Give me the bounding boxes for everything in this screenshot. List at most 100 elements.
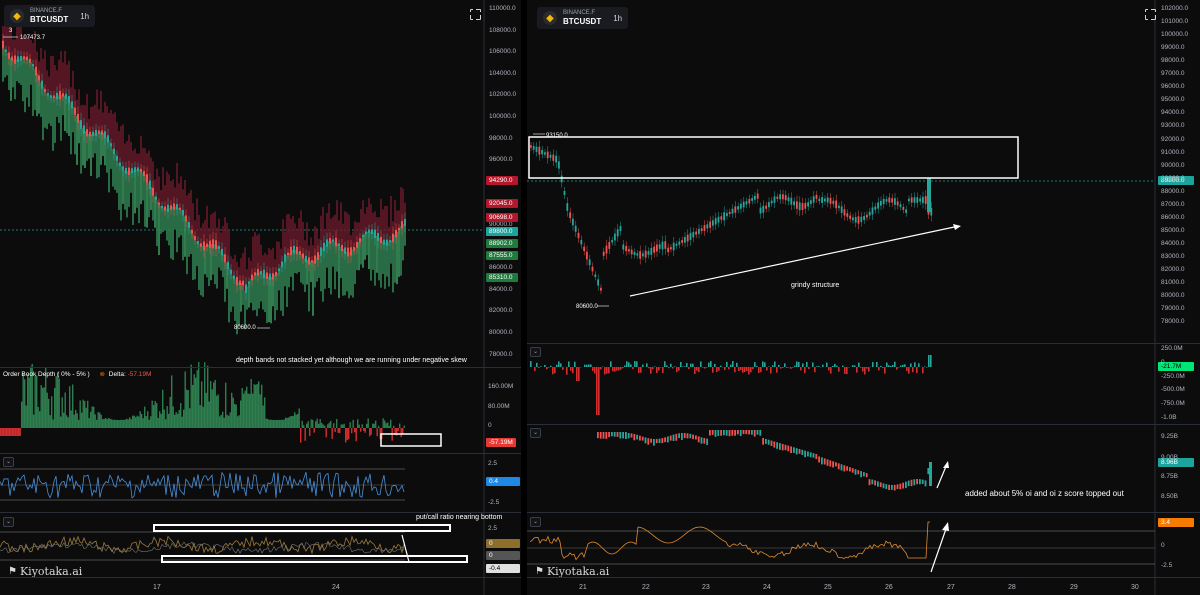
delta-icon: ⊗	[99, 371, 105, 378]
depth-band-red	[282, 219, 284, 263]
candle-body	[380, 236, 382, 244]
ob-bar	[141, 413, 143, 428]
right-y-label: 98000.0	[1161, 57, 1185, 65]
putcall-tag-1: 0	[486, 539, 520, 548]
candle-body	[236, 277, 238, 286]
delta-bar	[598, 367, 600, 415]
delta-bar	[590, 364, 592, 367]
depth-band-red	[180, 176, 182, 210]
candle-body	[293, 245, 295, 254]
depth-band-green	[166, 208, 168, 241]
ob-bar	[40, 385, 42, 428]
ob-bar	[186, 389, 188, 428]
oi-candle	[625, 432, 627, 439]
candle-body	[284, 254, 286, 263]
delta-bar	[626, 361, 628, 367]
candle-body	[8, 52, 10, 59]
ob-bar	[88, 418, 90, 428]
low-label: 80600.0	[234, 325, 256, 331]
candle-body	[737, 206, 739, 210]
depth-band-red	[118, 131, 120, 163]
oi-candle	[616, 432, 619, 437]
depth-band-green	[252, 276, 254, 311]
collapse-pane-button[interactable]: ⌄	[530, 347, 541, 357]
candle-body	[110, 143, 112, 147]
collapse-pane-button[interactable]: ⌄	[530, 428, 541, 438]
ob-bar	[226, 414, 228, 428]
depth-band-green	[160, 206, 162, 234]
maximize-icon[interactable]	[469, 8, 481, 20]
ob-bar	[193, 374, 195, 428]
depth-band-green	[214, 244, 216, 285]
depth-band-red	[100, 90, 102, 133]
delta-axis-label: -1.0B	[1161, 414, 1177, 421]
candle-body	[566, 203, 569, 211]
collapse-pane-button[interactable]: ⌄	[3, 517, 14, 527]
left-price-tag: 85310.0	[486, 273, 518, 282]
depth-band-green	[186, 220, 188, 275]
oi-candle	[874, 480, 876, 486]
oi-candle	[854, 469, 857, 475]
depth-band-green	[72, 106, 74, 133]
candle-body	[768, 202, 770, 208]
delta-bar	[732, 360, 734, 367]
candle-body	[675, 243, 678, 246]
collapse-pane-button[interactable]: ⌄	[530, 517, 541, 527]
right-symbol-badge[interactable]: ◆ BINANCE.F BTCUSDT 1h	[537, 7, 629, 29]
candle-body	[636, 253, 639, 256]
delta-bar	[670, 363, 672, 367]
depth-band-green	[172, 206, 174, 260]
ob-bar	[91, 406, 93, 428]
ob-bar	[370, 428, 372, 435]
depth-band-green	[322, 248, 324, 302]
ob-bar	[238, 415, 240, 428]
candle-body	[92, 131, 94, 136]
candle-body	[401, 221, 403, 229]
candle-body	[35, 66, 37, 76]
delta-bar	[588, 364, 590, 367]
right-y-label: 101000.0	[1161, 18, 1189, 26]
pane-separator[interactable]	[0, 512, 521, 513]
candle-body	[347, 247, 349, 257]
depth-band-red	[162, 167, 164, 208]
delta-bar	[692, 363, 694, 367]
delta-bar	[656, 367, 658, 374]
depth-band-green	[394, 235, 396, 283]
ob-bar	[75, 409, 77, 428]
oi-candle	[835, 462, 837, 467]
candle-body	[678, 241, 681, 245]
depth-band-red	[330, 218, 332, 241]
candle-body	[281, 261, 283, 267]
exchange-label: BINANCE.F	[563, 10, 596, 16]
pane-separator[interactable]	[527, 343, 1200, 344]
delta-bar	[750, 367, 752, 373]
left-price-tag: 89800.0	[486, 227, 518, 236]
delta-bar	[736, 362, 738, 367]
candle-body	[38, 75, 40, 81]
candle-body	[773, 196, 776, 203]
depth-band-red	[340, 202, 342, 247]
collapse-pane-button[interactable]: ⌄	[3, 457, 14, 467]
maximize-icon[interactable]	[1144, 8, 1156, 20]
depth-band-green	[372, 232, 374, 270]
pane-separator[interactable]	[527, 512, 1200, 513]
candle-body	[843, 209, 846, 216]
ob-bar	[225, 382, 227, 428]
pane-separator[interactable]	[0, 367, 521, 368]
candle-body	[630, 249, 633, 255]
pane-separator[interactable]	[527, 424, 1200, 425]
ob-bar	[61, 397, 63, 428]
pane-separator[interactable]	[0, 453, 521, 454]
left-symbol-badge[interactable]: ◆ BINANCE.F BTCUSDT 1h	[4, 5, 96, 27]
ob-bar	[123, 419, 125, 428]
candle-body	[762, 205, 765, 213]
candle-body	[712, 220, 714, 226]
candle-body	[68, 95, 70, 104]
candle-body	[846, 213, 849, 217]
depth-band-red	[106, 106, 108, 138]
oi-candle	[703, 438, 706, 444]
candle-body	[320, 247, 322, 256]
candle-body	[221, 248, 223, 256]
ob-bar	[169, 396, 171, 428]
depth-band-green	[312, 260, 314, 316]
